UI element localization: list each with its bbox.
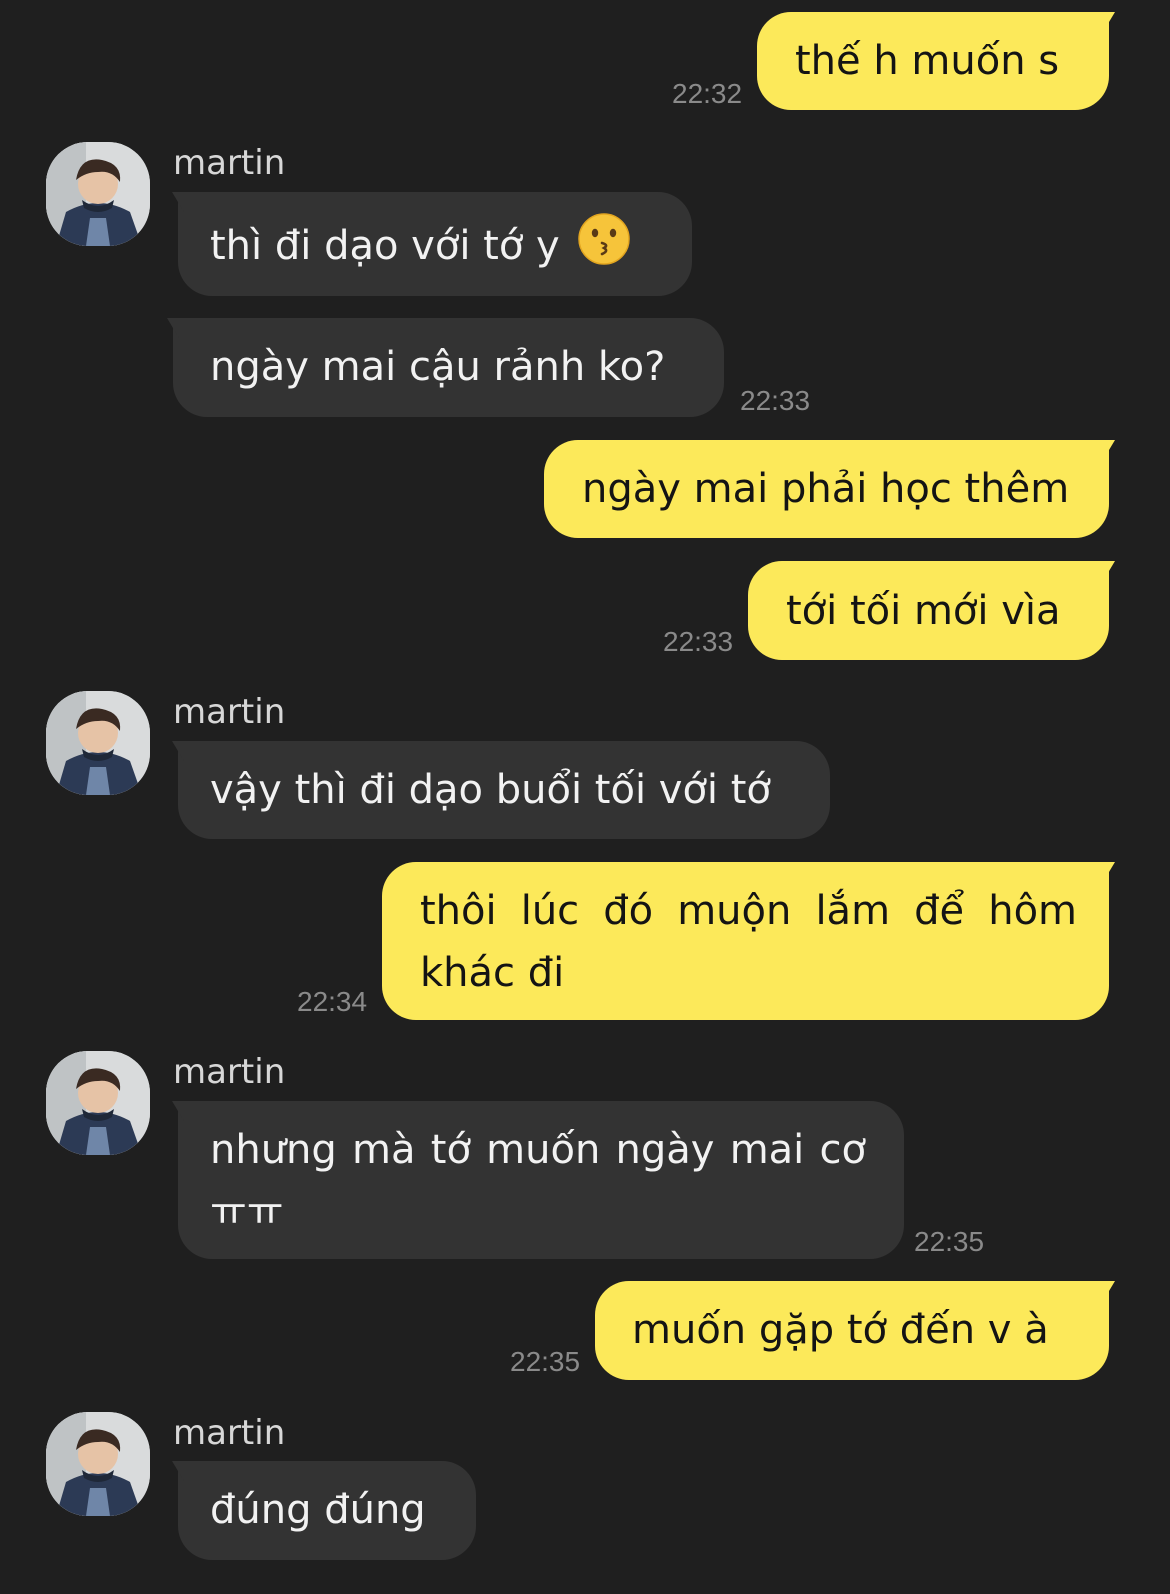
outgoing-message[interactable]: thôi lúc đó muộn lắm để hôm khác đi xyxy=(382,862,1115,1020)
incoming-message[interactable]: vậy thì đi dạo buổi tối với tớ xyxy=(172,741,830,839)
outgoing-message[interactable]: thế h muốn s xyxy=(757,12,1115,110)
sender-name: martin xyxy=(173,1052,286,1092)
incoming-message[interactable]: thì đi dạo với tớ y xyxy=(172,192,692,296)
message-timestamp: 22:35 xyxy=(510,1346,581,1377)
incoming-message[interactable]: ngày mai cậu rảnh ko? xyxy=(167,318,724,417)
contact-photo xyxy=(46,1051,150,1155)
message-timestamp: 22:35 xyxy=(914,1226,985,1257)
incoming-message[interactable]: nhưng mà tớ muốn ngày mai cơ ㅠㅠ xyxy=(172,1101,904,1259)
message-timestamp: 22:33 xyxy=(663,626,734,657)
contact-photo xyxy=(46,691,150,795)
sender-name: martin xyxy=(173,692,286,732)
avatar[interactable] xyxy=(46,691,150,795)
incoming-message[interactable]: đúng đúng xyxy=(172,1461,476,1560)
outgoing-message[interactable]: muốn gặp tớ đến v à xyxy=(595,1281,1115,1380)
message-text: thì đi dạo với tớ y xyxy=(210,223,560,269)
sender-name: martin xyxy=(173,143,286,183)
avatar[interactable] xyxy=(46,1412,150,1516)
avatar[interactable] xyxy=(46,1051,150,1155)
contact-photo xyxy=(46,142,150,246)
sender-name: martin xyxy=(173,1413,286,1453)
avatar[interactable] xyxy=(46,142,150,246)
message-timestamp: 22:33 xyxy=(740,385,811,416)
outgoing-message[interactable]: tới tối mới vìa xyxy=(748,561,1115,660)
contact-photo xyxy=(46,1412,150,1516)
message-timestamp: 22:34 xyxy=(297,986,368,1017)
message-timestamp: 22:32 xyxy=(672,78,743,109)
outgoing-message[interactable]: ngày mai phải học thêm xyxy=(544,440,1115,538)
chat-thread: thế h muốn s 22:32 martin thì đi dạo với… xyxy=(0,0,1170,1594)
kissing-face-icon xyxy=(578,213,631,283)
